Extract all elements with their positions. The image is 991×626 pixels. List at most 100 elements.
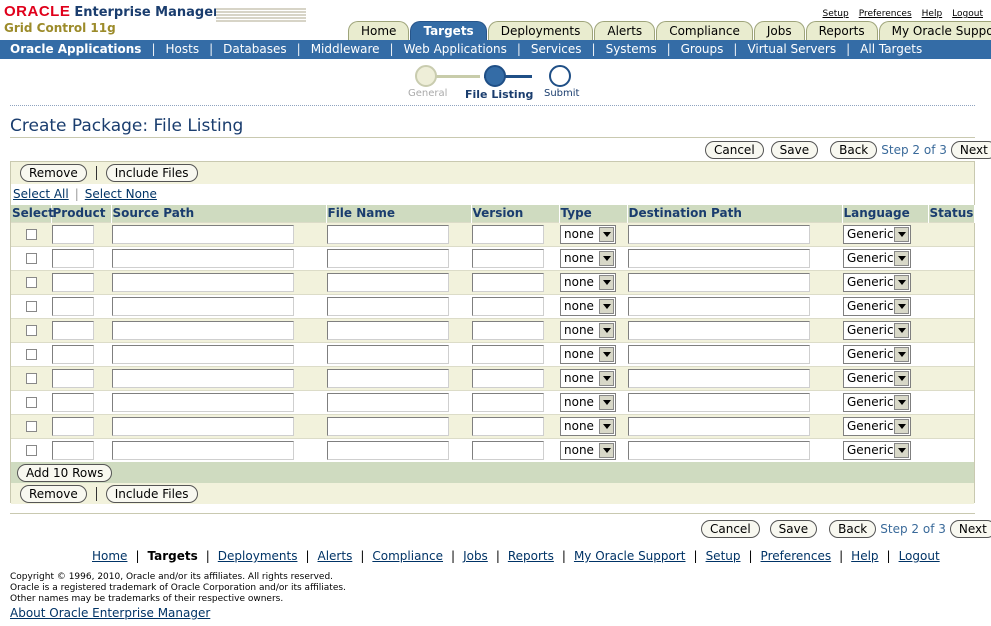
version-input[interactable] (472, 224, 544, 244)
source-path-input[interactable] (112, 272, 294, 292)
cancel-button[interactable]: Cancel (701, 520, 760, 538)
chevron-down-icon[interactable] (599, 274, 614, 290)
version-input[interactable] (472, 272, 544, 292)
chevron-down-icon[interactable] (599, 226, 614, 242)
file-name-input[interactable] (327, 392, 449, 412)
type-select[interactable]: none (560, 392, 616, 412)
version-input[interactable] (472, 320, 544, 340)
source-path-input[interactable] (112, 368, 294, 388)
product-input[interactable] (52, 224, 94, 244)
tab-deployments[interactable]: Deployments (487, 21, 594, 40)
source-path-input[interactable] (112, 248, 294, 268)
language-select[interactable]: Generic (843, 392, 911, 412)
source-path-input[interactable] (112, 224, 294, 244)
file-name-input[interactable] (327, 248, 449, 268)
include-files-button[interactable]: Include Files (105, 484, 198, 503)
product-input[interactable] (52, 344, 94, 364)
file-name-input[interactable] (327, 320, 449, 340)
footer-link-alerts[interactable]: Alerts (318, 549, 353, 563)
subnav-databases[interactable]: Databases (223, 40, 287, 59)
row-select-checkbox[interactable] (26, 228, 37, 240)
footer-link-targets[interactable]: Targets (147, 549, 197, 563)
chevron-down-icon[interactable] (894, 226, 909, 242)
tab-jobs[interactable]: Jobs (753, 21, 805, 40)
destination-path-input[interactable] (628, 296, 810, 316)
language-select[interactable]: Generic (843, 224, 911, 244)
product-input[interactable] (52, 440, 94, 460)
include-files-button[interactable]: Include Files (105, 164, 198, 182)
destination-path-input[interactable] (628, 416, 810, 436)
subnav-web-applications[interactable]: Web Applications (404, 40, 507, 59)
file-name-input[interactable] (327, 224, 449, 244)
chevron-down-icon[interactable] (599, 346, 614, 362)
chevron-down-icon[interactable] (599, 370, 614, 386)
destination-path-input[interactable] (628, 344, 810, 364)
subnav-systems[interactable]: Systems (606, 40, 657, 59)
footer-link-preferences[interactable]: Preferences (761, 549, 832, 563)
tab-my-oracle-support[interactable]: My Oracle Support (878, 21, 991, 40)
global-link-help[interactable]: Help (922, 9, 943, 19)
chevron-down-icon[interactable] (894, 394, 909, 410)
global-link-logout[interactable]: Logout (952, 9, 983, 19)
source-path-input[interactable] (112, 344, 294, 364)
type-select[interactable]: none (560, 416, 616, 436)
save-button[interactable]: Save (769, 520, 818, 538)
save-button[interactable]: Save (770, 141, 819, 159)
type-select[interactable]: none (560, 368, 616, 388)
select-all-link[interactable]: Select All (13, 187, 69, 201)
row-select-checkbox[interactable] (26, 444, 37, 456)
version-input[interactable] (472, 344, 544, 364)
language-select[interactable]: Generic (843, 320, 911, 340)
footer-link-deployments[interactable]: Deployments (218, 549, 298, 563)
train-label-submit[interactable]: Submit (544, 88, 579, 99)
next-button[interactable]: Next (950, 141, 991, 159)
destination-path-input[interactable] (628, 248, 810, 268)
product-input[interactable] (52, 320, 94, 340)
version-input[interactable] (472, 296, 544, 316)
row-select-checkbox[interactable] (26, 324, 37, 336)
subnav-services[interactable]: Services (531, 40, 582, 59)
tab-home[interactable]: Home (348, 21, 410, 40)
destination-path-input[interactable] (628, 392, 810, 412)
footer-link-help[interactable]: Help (851, 549, 878, 563)
product-input[interactable] (52, 368, 94, 388)
product-input[interactable] (52, 272, 94, 292)
source-path-input[interactable] (112, 296, 294, 316)
language-select[interactable]: Generic (843, 416, 911, 436)
chevron-down-icon[interactable] (599, 394, 614, 410)
chevron-down-icon[interactable] (599, 418, 614, 434)
version-input[interactable] (472, 392, 544, 412)
type-select[interactable]: none (560, 320, 616, 340)
subnav-groups[interactable]: Groups (681, 40, 724, 59)
product-input[interactable] (52, 392, 94, 412)
chevron-down-icon[interactable] (894, 418, 909, 434)
subnav-virtual-servers[interactable]: Virtual Servers (747, 40, 836, 59)
language-select[interactable]: Generic (843, 368, 911, 388)
destination-path-input[interactable] (628, 368, 810, 388)
row-select-checkbox[interactable] (26, 348, 37, 360)
source-path-input[interactable] (112, 440, 294, 460)
source-path-input[interactable] (112, 416, 294, 436)
source-path-input[interactable] (112, 392, 294, 412)
chevron-down-icon[interactable] (894, 442, 909, 458)
chevron-down-icon[interactable] (599, 250, 614, 266)
type-select[interactable]: none (560, 248, 616, 268)
back-button[interactable]: Back (829, 520, 877, 538)
subnav-middleware[interactable]: Middleware (311, 40, 380, 59)
footer-link-reports[interactable]: Reports (508, 549, 554, 563)
destination-path-input[interactable] (628, 272, 810, 292)
about-link[interactable]: About Oracle Enterprise Manager (10, 606, 210, 620)
row-select-checkbox[interactable] (26, 420, 37, 432)
add-10-rows-button[interactable]: Add 10 Rows (17, 463, 113, 482)
language-select[interactable]: Generic (843, 344, 911, 364)
select-none-link[interactable]: Select None (85, 187, 157, 201)
language-select[interactable]: Generic (843, 272, 911, 292)
row-select-checkbox[interactable] (26, 372, 37, 384)
version-input[interactable] (472, 440, 544, 460)
row-select-checkbox[interactable] (26, 276, 37, 288)
type-select[interactable]: none (560, 272, 616, 292)
type-select[interactable]: none (560, 296, 616, 316)
version-input[interactable] (472, 416, 544, 436)
tab-compliance[interactable]: Compliance (656, 21, 753, 40)
product-input[interactable] (52, 416, 94, 436)
